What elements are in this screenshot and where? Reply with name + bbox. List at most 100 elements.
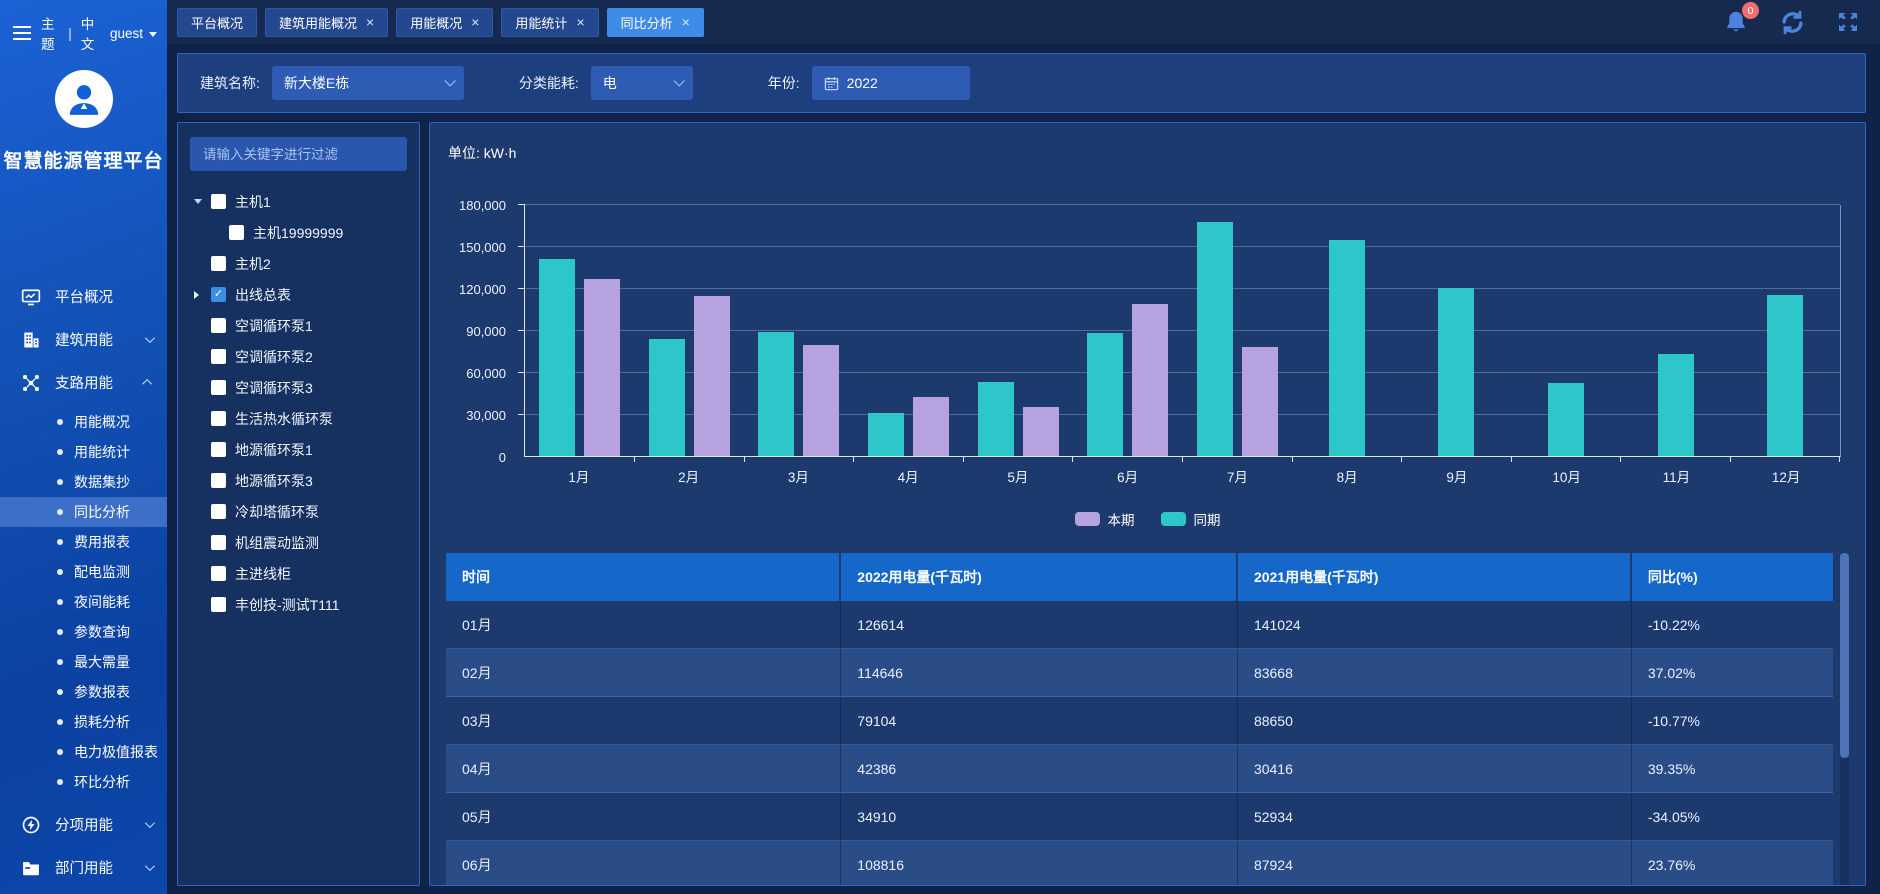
tree-item[interactable]: ✓出线总表: [190, 279, 407, 310]
tab-同比分析[interactable]: 同比分析×: [607, 8, 704, 37]
bar-同期-4月[interactable]: [868, 413, 904, 456]
tree-item[interactable]: 空调循环泵3: [190, 372, 407, 403]
checkbox[interactable]: [211, 256, 226, 271]
sidebar-item-用能统计[interactable]: 用能统计: [0, 437, 167, 467]
checkbox[interactable]: [211, 349, 226, 364]
checkbox[interactable]: [211, 597, 226, 612]
language-switch[interactable]: 中文: [81, 13, 99, 53]
refresh-icon[interactable]: [1779, 9, 1806, 36]
year-picker[interactable]: 2022: [812, 66, 970, 100]
sidebar-item-配电监测[interactable]: 配电监测: [0, 557, 167, 587]
sidebar-item-最大需量[interactable]: 最大需量: [0, 647, 167, 677]
checkbox[interactable]: [211, 380, 226, 395]
bar-本期-2月[interactable]: [694, 296, 730, 457]
energy-type-select[interactable]: 电: [591, 66, 693, 100]
bar-本期-5月[interactable]: [1023, 407, 1059, 456]
bar-本期-6月[interactable]: [1132, 304, 1168, 456]
tree-item[interactable]: 地源循环泵1: [190, 434, 407, 465]
checkbox[interactable]: [211, 194, 226, 209]
tree-search-input[interactable]: [190, 137, 407, 171]
sidebar-item-支路用能[interactable]: 支路用能: [0, 361, 167, 404]
tab-用能概况[interactable]: 用能概况×: [396, 8, 493, 37]
tree-item[interactable]: 主机2: [190, 248, 407, 279]
theme-switch[interactable]: 主题: [41, 13, 59, 53]
close-icon[interactable]: ×: [471, 15, 479, 29]
fullscreen-icon[interactable]: [1836, 10, 1860, 34]
table-header-row: 时间2022用电量(千瓦时)2021用电量(千瓦时)同比(%): [446, 553, 1833, 601]
bar-同期-5月[interactable]: [978, 382, 1014, 456]
sidebar-item-参数报表[interactable]: 参数报表: [0, 677, 167, 707]
checkbox[interactable]: ✓: [211, 287, 226, 302]
device-tree-panel: 主机1主机19999999主机2✓出线总表空调循环泵1 空调循环泵2 空调循环泵3生…: [177, 122, 420, 886]
tree-expand-icon[interactable]: [194, 291, 211, 299]
tree-item[interactable]: 主进线柜: [190, 558, 407, 589]
bar-同期-3月[interactable]: [758, 332, 794, 456]
user-menu[interactable]: guest: [110, 26, 157, 41]
bar-同期-7月[interactable]: [1197, 222, 1233, 456]
checkbox[interactable]: [211, 473, 226, 488]
bar-同期-8月[interactable]: [1329, 240, 1365, 456]
sidebar-item-电力极值报表[interactable]: 电力极值报表: [0, 737, 167, 767]
bar-同期-9月[interactable]: [1438, 288, 1474, 456]
sidebar-item-参数查询[interactable]: 参数查询: [0, 617, 167, 647]
sidebar-item-环比分析[interactable]: 环比分析: [0, 767, 167, 797]
bar-本期-4月[interactable]: [913, 397, 949, 456]
sidebar-item-夜间能耗[interactable]: 夜间能耗: [0, 587, 167, 617]
sidebar-item-部门用能[interactable]: 部门用能: [0, 846, 167, 889]
sidebar-item-费用报表[interactable]: 费用报表: [0, 527, 167, 557]
tree-item[interactable]: 主机1: [190, 186, 407, 217]
sidebar-item-同比分析[interactable]: 同比分析: [0, 497, 167, 527]
tree-item[interactable]: 空调循环泵1: [190, 310, 407, 341]
bar-同期-12月[interactable]: [1767, 295, 1803, 456]
bar-同期-11月[interactable]: [1658, 354, 1694, 456]
close-icon[interactable]: ×: [682, 15, 690, 29]
tree-item[interactable]: 地源循环泵3: [190, 465, 407, 496]
checkbox[interactable]: [211, 411, 226, 426]
tree-item[interactable]: 空调循环泵2: [190, 341, 407, 372]
year-picker-value: 2022: [847, 75, 878, 91]
tree-item[interactable]: 主机19999999: [190, 217, 407, 248]
hamburger-menu-icon[interactable]: [12, 25, 32, 41]
checkbox[interactable]: [211, 318, 226, 333]
tree-item-label: 空调循环泵2: [235, 347, 313, 367]
bar-同期-6月[interactable]: [1087, 333, 1123, 456]
x-axis-tick-label: 6月: [1073, 466, 1183, 486]
tab-用能统计[interactable]: 用能统计×: [501, 8, 598, 37]
sidebar-item-区域用能[interactable]: 区域用能: [0, 889, 167, 894]
sidebar-item-分项用能[interactable]: 分项用能: [0, 803, 167, 846]
tab-平台概况[interactable]: 平台概况: [177, 8, 257, 37]
legend-item-本期[interactable]: 本期: [1075, 509, 1135, 529]
bar-本期-1月[interactable]: [584, 279, 620, 456]
bar-同期-2月[interactable]: [649, 339, 685, 456]
bar-同期-1月[interactable]: [539, 259, 575, 456]
checkbox[interactable]: [211, 535, 226, 550]
close-icon[interactable]: ×: [366, 15, 374, 29]
tree-expand-icon[interactable]: [194, 199, 211, 204]
tree-item[interactable]: 生活热水循环泵: [190, 403, 407, 434]
tree-item[interactable]: 机组震动监测: [190, 527, 407, 558]
table-scrollbar-thumb[interactable]: [1840, 553, 1849, 758]
bar-group-4月: [854, 205, 964, 456]
tab-建筑用能概况[interactable]: 建筑用能概况×: [265, 8, 388, 37]
checkbox[interactable]: [211, 442, 226, 457]
sidebar-item-损耗分析[interactable]: 损耗分析: [0, 707, 167, 737]
avatar[interactable]: [55, 70, 113, 128]
notification-bell-icon[interactable]: 0: [1723, 9, 1749, 35]
bar-本期-7月[interactable]: [1242, 347, 1278, 456]
sidebar-item-数据集抄[interactable]: 数据集抄: [0, 467, 167, 497]
table-scrollbar[interactable]: [1840, 553, 1849, 886]
tree-item[interactable]: 丰创技-测试T111: [190, 589, 407, 620]
legend-item-同期[interactable]: 同期: [1161, 509, 1221, 529]
bar-group-5月: [963, 205, 1073, 456]
checkbox[interactable]: [211, 566, 226, 581]
sidebar-item-建筑用能[interactable]: 建筑用能: [0, 318, 167, 361]
bar-同期-10月[interactable]: [1548, 383, 1584, 456]
building-select[interactable]: 新大楼E栋: [272, 66, 464, 100]
checkbox[interactable]: [211, 504, 226, 519]
sidebar-item-用能概况[interactable]: 用能概况: [0, 407, 167, 437]
sidebar-item-平台概况[interactable]: 平台概况: [0, 275, 167, 318]
tree-item[interactable]: 冷却塔循环泵: [190, 496, 407, 527]
bar-本期-3月[interactable]: [803, 345, 839, 456]
close-icon[interactable]: ×: [576, 15, 584, 29]
checkbox[interactable]: [229, 225, 244, 240]
